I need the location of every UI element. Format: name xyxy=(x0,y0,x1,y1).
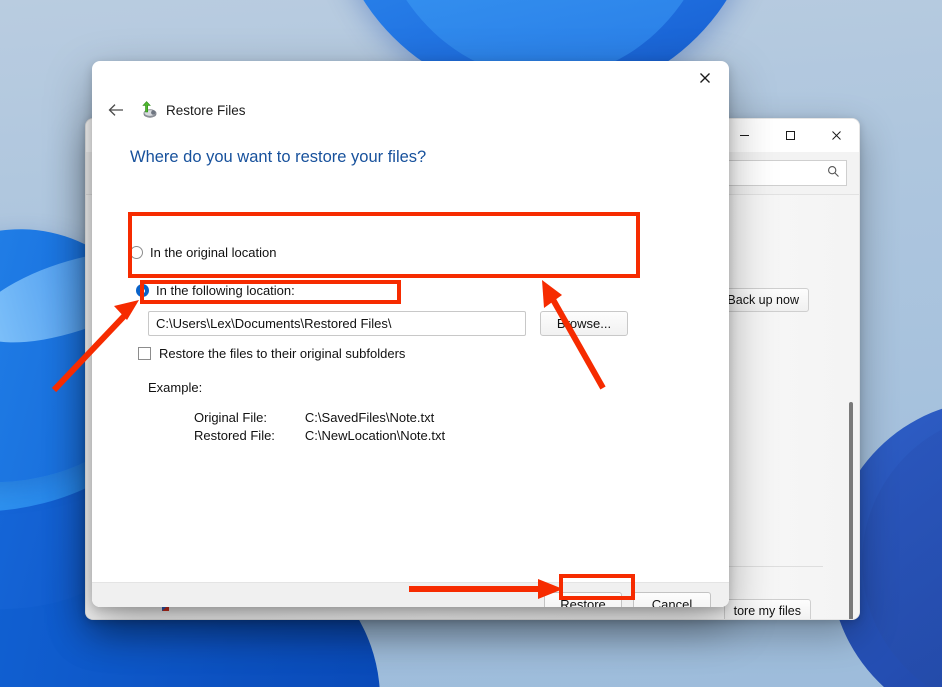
restore-my-files-button[interactable]: tore my files xyxy=(723,599,811,619)
dialog-title-group: Restore Files xyxy=(140,101,246,119)
restore-location-value: C:\Users\Lex\Documents\Restored Files\ xyxy=(156,316,392,331)
radio-icon-following[interactable] xyxy=(136,284,149,297)
restore-files-dialog[interactable]: Restore Files Where do you want to resto… xyxy=(92,61,729,607)
vertical-scrollbar[interactable] xyxy=(849,402,853,619)
dialog-title: Restore Files xyxy=(166,102,246,118)
example-original-key: Original File: xyxy=(194,410,267,425)
example-label: Example: xyxy=(148,380,203,395)
radio-option-original-location[interactable]: In the original location xyxy=(130,245,276,260)
restore-location-input[interactable]: C:\Users\Lex\Documents\Restored Files\ xyxy=(148,311,526,336)
radio-label-original: In the original location xyxy=(150,245,277,260)
wallpaper-right-circle-inner xyxy=(862,412,942,687)
checkbox-label-subfolders: Restore the files to their original subf… xyxy=(159,346,406,361)
dialog-close-button[interactable] xyxy=(685,64,725,92)
back-up-now-label: Back up now xyxy=(727,293,799,307)
example-restored-key: Restored File: xyxy=(194,428,275,443)
dialog-content: Where do you want to restore your files?… xyxy=(92,127,729,607)
original-subfolders-checkbox[interactable]: Restore the files to their original subf… xyxy=(138,346,405,361)
dialog-nav-row: Restore Files xyxy=(92,93,729,127)
table-row: Restored File: C:\NewLocation\Note.txt xyxy=(194,428,445,446)
restore-button-label: Restore xyxy=(560,596,606,608)
table-row: Original File: C:\SavedFiles\Note.txt xyxy=(194,410,445,428)
radio-label-following: In the following location: xyxy=(156,283,295,298)
browse-label: Browse... xyxy=(556,316,612,331)
cancel-button[interactable]: Cancel xyxy=(633,592,711,607)
dialog-footer: Restore Cancel xyxy=(92,582,729,607)
example-original-value: C:\SavedFiles\Note.txt xyxy=(304,410,435,425)
example-restored-value: C:\NewLocation\Note.txt xyxy=(304,428,446,443)
page-heading: Where do you want to restore your files? xyxy=(130,148,427,166)
example-table: Original File: C:\SavedFiles\Note.txt Re… xyxy=(194,410,445,446)
radio-icon-original[interactable] xyxy=(130,246,143,259)
restore-my-files-label: tore my files xyxy=(733,604,801,618)
restore-files-icon xyxy=(140,101,158,119)
cancel-button-label: Cancel xyxy=(651,596,693,608)
maximize-button[interactable] xyxy=(767,119,813,152)
back-arrow-icon[interactable] xyxy=(102,97,130,123)
path-row: C:\Users\Lex\Documents\Restored Files\ B… xyxy=(148,311,628,336)
checkbox-icon-subfolders[interactable] xyxy=(138,347,151,360)
close-button[interactable] xyxy=(813,119,859,152)
browse-button[interactable]: Browse... xyxy=(540,311,628,336)
desktop: Back up now tore my files Restore Files … xyxy=(0,0,942,687)
restore-button[interactable]: Restore xyxy=(544,592,622,607)
radio-option-following-location[interactable]: In the following location: xyxy=(136,283,295,298)
search-icon xyxy=(827,165,840,181)
